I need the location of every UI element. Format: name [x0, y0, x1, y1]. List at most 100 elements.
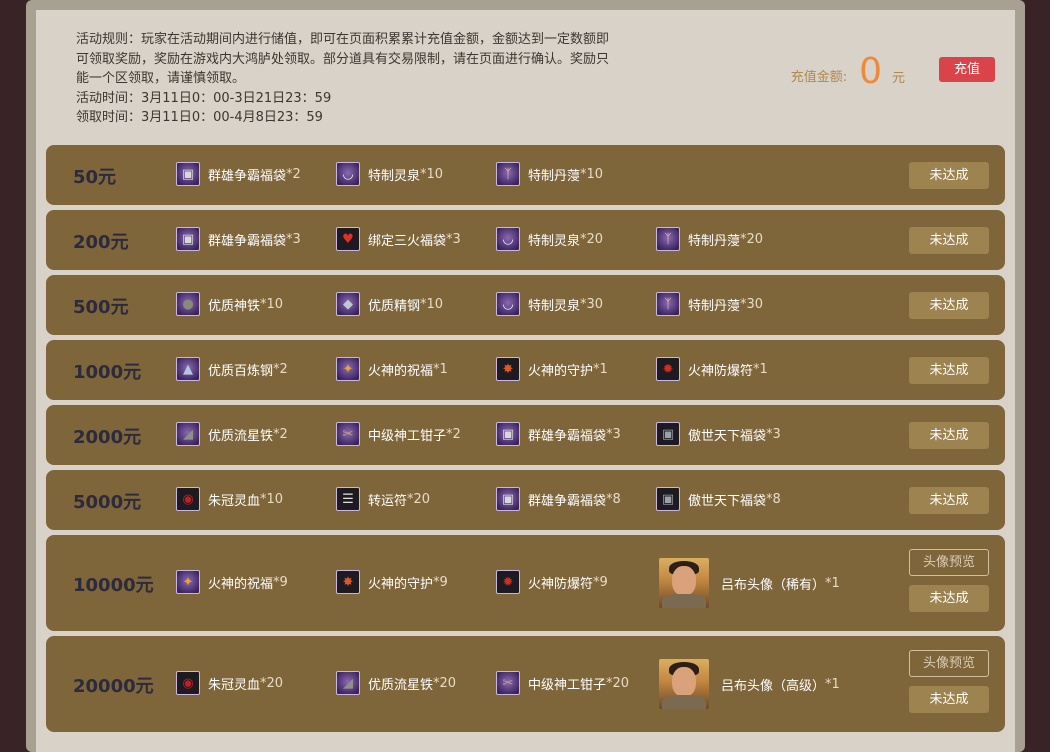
bowl-icon: ◡	[496, 227, 520, 251]
rules-line-3: 能一个区领取，请谨慎领取。	[76, 71, 246, 86]
reward-item-count: *2	[273, 361, 288, 377]
reward-item[interactable]: ▣ 傲世天下福袋 *3	[656, 422, 781, 446]
claim-status-button[interactable]: 未达成	[909, 487, 989, 514]
reward-item[interactable]: ✹ 火神防爆符 *9	[496, 570, 608, 594]
reward-item-count: *2	[446, 426, 461, 442]
reward-item[interactable]: ▣ 群雄争霸福袋 *2	[176, 162, 301, 186]
reward-item-count: *1	[433, 361, 448, 377]
reward-item-name: 绑定三火福袋	[368, 233, 447, 249]
reward-item-name: 转运符	[368, 493, 408, 509]
reward-item[interactable]: ◢ 优质流星铁 *2	[176, 422, 288, 446]
tier-amount: 20000元	[73, 676, 154, 697]
chest-icon: ▣	[496, 487, 520, 511]
ginseng-icon: ᛉ	[656, 227, 680, 251]
lu-bu-portrait-icon	[659, 659, 709, 709]
reward-item[interactable]: ▣ 群雄争霸福袋 *3	[176, 227, 301, 251]
reward-item[interactable]: ▣ 傲世天下福袋 *8	[656, 487, 781, 511]
reward-item-name: 火神的守护	[528, 363, 594, 379]
reward-item-count: *20	[740, 231, 764, 247]
reward-item-count: *20	[407, 491, 431, 507]
claim-status-button[interactable]: 未达成	[909, 585, 989, 612]
reward-item-count: *10	[420, 166, 444, 182]
reward-item[interactable]: ✦ 火神的祝福 *9	[176, 570, 288, 594]
reward-item[interactable]: ✸ 火神的守护 *1	[496, 357, 608, 381]
reward-item[interactable]: ◆ 优质精钢 *10	[336, 292, 443, 316]
reward-item[interactable]: ◡ 特制灵泉 *20	[496, 227, 603, 251]
reward-item[interactable]: ✂ 中级神工钳子 *20	[496, 671, 629, 695]
reward-item[interactable]: ◡ 特制灵泉 *30	[496, 292, 603, 316]
reward-item[interactable]: ✦ 火神的祝福 *1	[336, 357, 448, 381]
reward-item-name: 特制灵泉	[528, 298, 581, 314]
claim-status-button[interactable]: 未达成	[909, 422, 989, 449]
claim-status-button[interactable]: 未达成	[909, 357, 989, 384]
reward-item[interactable]: ✂ 中级神工钳子 *2	[336, 422, 461, 446]
reward-item[interactable]: ✸ 火神的守护 *9	[336, 570, 448, 594]
reward-item[interactable]: ✹ 火神防爆符 *1	[656, 357, 768, 381]
claim-status-button[interactable]: 未达成	[909, 292, 989, 319]
reward-item-count: *2	[273, 426, 288, 442]
reward-item[interactable]: ◉ 朱冠灵血 *20	[176, 671, 283, 695]
dark-chest-icon: ▣	[656, 487, 680, 511]
reward-tier-row: 20000元 ◉ 朱冠灵血 *20 ◢ 优质流星铁 *20 ✂ 中级神工钳子 *20 吕布头像（高级…	[46, 636, 1005, 732]
reward-item[interactable]: ▣ 群雄争霸福袋 *3	[496, 422, 621, 446]
reward-item-count: *10	[580, 166, 604, 182]
rules-line-2: 可领取奖励，奖励在游戏内大鸿胪处领取。部分道具有交易限制，请在页面进行确认。奖励…	[76, 51, 610, 67]
reward-item[interactable]: ᛉ 特制丹蓡 *20	[656, 227, 763, 251]
portrait-count: *1	[825, 575, 840, 591]
avatar-preview-button[interactable]: 头像预览	[909, 549, 989, 576]
claim-status-button[interactable]: 未达成	[909, 686, 989, 713]
tier-amount: 2000元	[73, 427, 142, 448]
reward-item[interactable]: ᛉ 特制丹蓡 *30	[656, 292, 763, 316]
reward-item-name: 群雄争霸福袋	[528, 428, 607, 444]
tier-amount: 10000元	[73, 575, 154, 596]
reward-item-count: *20	[580, 231, 604, 247]
ginseng-icon: ᛉ	[496, 162, 520, 186]
reward-item-count: *8	[606, 491, 621, 507]
reward-item[interactable]: ◢ 优质流星铁 *20	[336, 671, 456, 695]
reward-item-name: 优质流星铁	[208, 428, 274, 444]
luck-charm-icon: ☰	[336, 487, 360, 511]
event-panel: 活动规则：玩家在活动期间内进行储值，即可在页面积累累计充值金额，金额达到一定数额…	[36, 10, 1015, 752]
ginseng-icon: ᛉ	[656, 292, 680, 316]
reward-item-name: 优质精钢	[368, 298, 421, 314]
reward-item[interactable]: ● 优质神铁 *10	[176, 292, 283, 316]
avatar-preview-button[interactable]: 头像预览	[909, 650, 989, 677]
reward-tier-row: 200元 ▣ 群雄争霸福袋 *3 ♥ 绑定三火福袋 *3 ◡ 特制灵泉 *20 ᛉ 特制丹蓡 *20 未达…	[46, 210, 1005, 270]
reward-item-count: *9	[593, 574, 608, 590]
claim-status-button[interactable]: 未达成	[909, 227, 989, 254]
reward-item[interactable]: ♥ 绑定三火福袋 *3	[336, 227, 461, 251]
reward-item[interactable]: ▲ 优质百炼钢 *2	[176, 357, 288, 381]
tier-amount: 1000元	[73, 362, 142, 383]
recharge-button[interactable]: 充值	[939, 56, 995, 82]
portrait-reward[interactable]: 吕布头像（高级） *1	[659, 659, 840, 709]
reward-item-name: 中级神工钳子	[368, 428, 447, 444]
reward-tier-row: 5000元 ◉ 朱冠灵血 *10 ☰ 转运符 *20 ▣ 群雄争霸福袋 *8 ▣ 傲世天下福袋 *8 未达…	[46, 470, 1005, 530]
reward-item-count: *10	[420, 296, 444, 312]
reward-item-name: 朱冠灵血	[208, 677, 261, 693]
blood-bowl-icon: ◉	[176, 671, 200, 695]
reward-item[interactable]: ▣ 群雄争霸福袋 *8	[496, 487, 621, 511]
bowl-icon: ◡	[336, 162, 360, 186]
rules-line-1: 活动规则：玩家在活动期间内进行储值，即可在页面积累累计充值金额，金额达到一定数额…	[76, 32, 610, 47]
guard-talisman-icon: ✸	[336, 570, 360, 594]
reward-tier-row: 2000元 ◢ 优质流星铁 *2 ✂ 中级神工钳子 *2 ▣ 群雄争霸福袋 *3 ▣ 傲世天下福袋 *3…	[46, 405, 1005, 465]
reward-item-name: 优质神铁	[208, 298, 261, 314]
reward-tier-row: 1000元 ▲ 优质百炼钢 *2 ✦ 火神的祝福 *1 ✸ 火神的守护 *1 ✹ 火神防爆符 *1 未达成	[46, 340, 1005, 400]
reward-item[interactable]: ᛉ 特制丹蓡 *10	[496, 162, 603, 186]
reward-item[interactable]: ◡ 特制灵泉 *10	[336, 162, 443, 186]
tongs-icon: ✂	[496, 671, 520, 695]
reward-item-count: *1	[753, 361, 768, 377]
portrait-reward[interactable]: 吕布头像（稀有） *1	[659, 558, 840, 608]
claim-status-button[interactable]: 未达成	[909, 162, 989, 189]
reward-item[interactable]: ☰ 转运符 *20	[336, 487, 430, 511]
chest-icon: ▣	[176, 162, 200, 186]
reward-item-name: 群雄争霸福袋	[208, 168, 287, 184]
reward-item-name: 优质百炼钢	[208, 363, 274, 379]
reward-item[interactable]: ◉ 朱冠灵血 *10	[176, 487, 283, 511]
reward-item-name: 特制灵泉	[368, 168, 421, 184]
reward-item-count: *30	[740, 296, 764, 312]
reward-item-count: *30	[580, 296, 604, 312]
reward-item-name: 特制灵泉	[528, 233, 581, 249]
blessing-scroll-icon: ✦	[176, 570, 200, 594]
reward-item-count: *20	[260, 675, 284, 691]
